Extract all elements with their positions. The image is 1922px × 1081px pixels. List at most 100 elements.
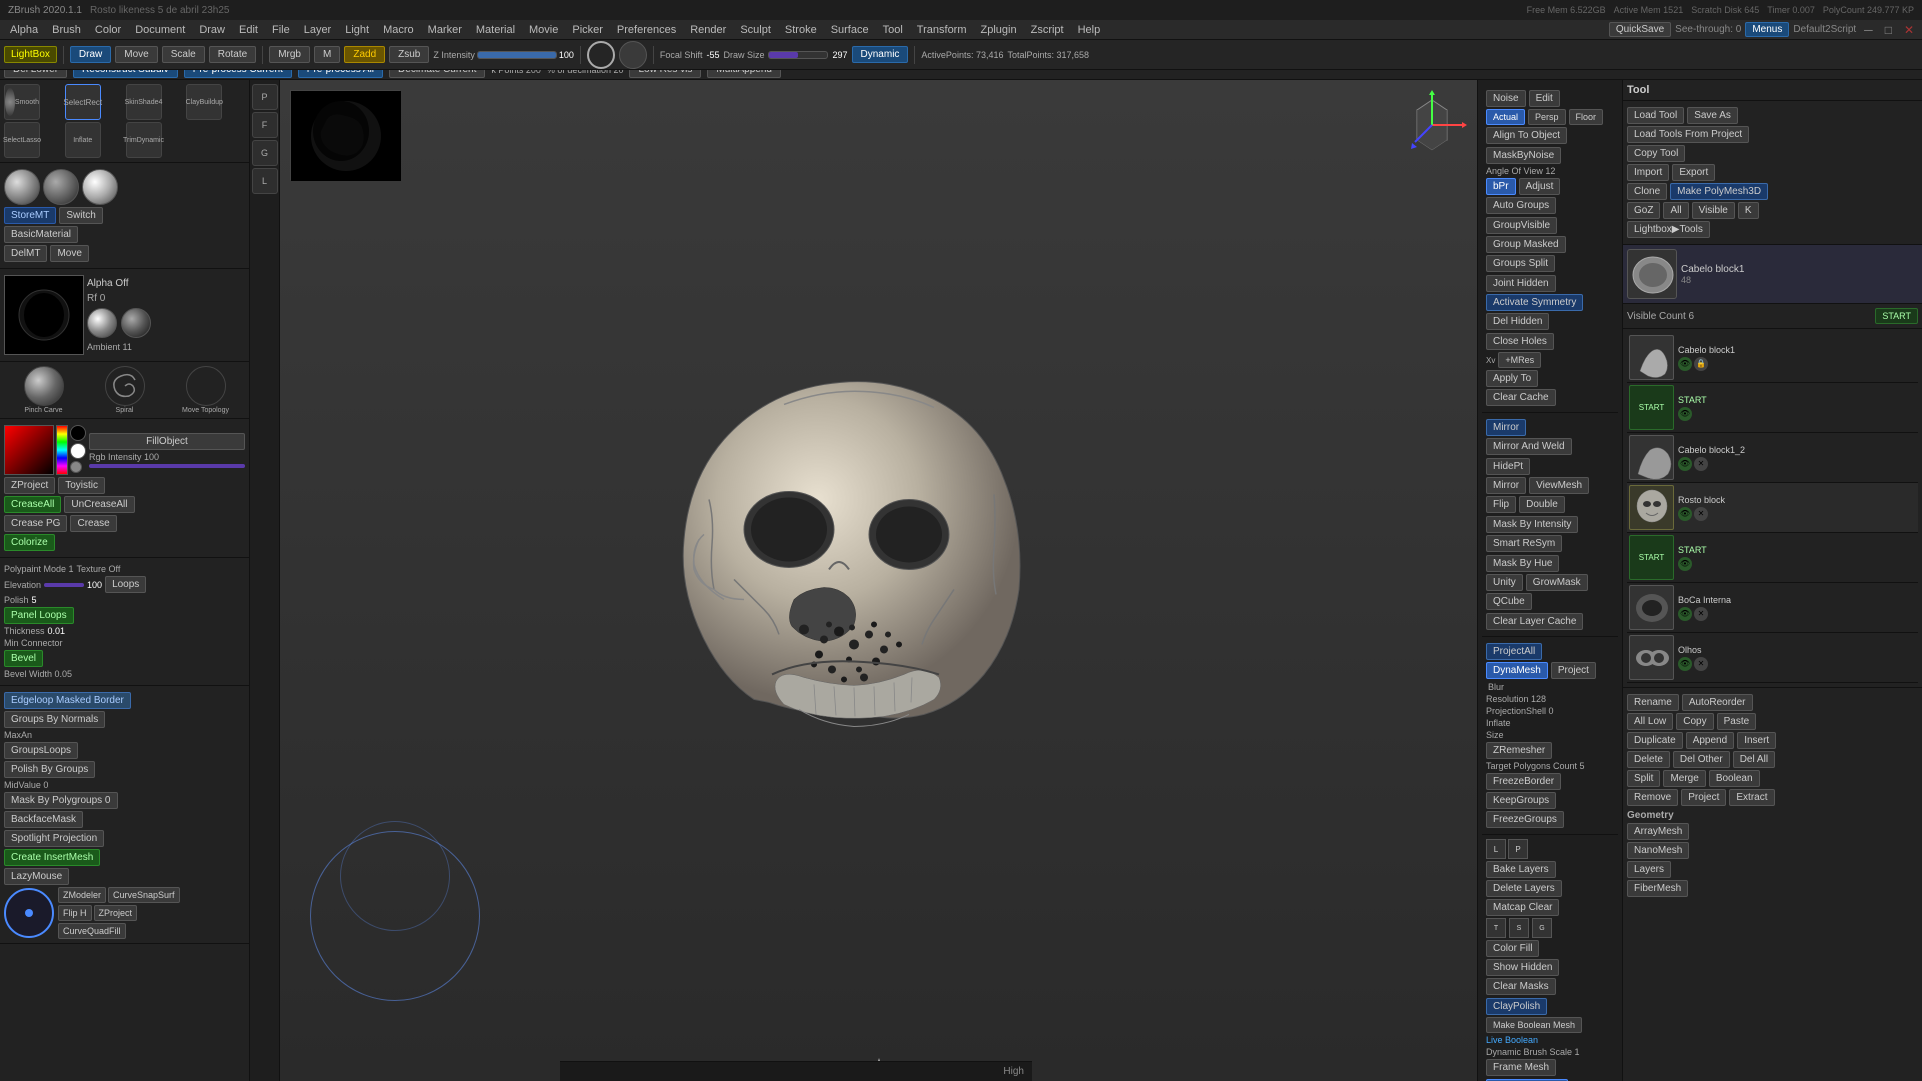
menu-document[interactable]: Document (129, 22, 191, 38)
backface-mask-button[interactable]: BackfaceMask (4, 811, 83, 828)
group-masked-button[interactable]: Group Masked (1486, 236, 1566, 253)
project-all-button[interactable]: ProjectAll (1486, 643, 1542, 660)
clear-masks-button[interactable]: Clear Masks (1486, 978, 1556, 995)
crease-pg-button[interactable]: Crease PG (4, 515, 67, 532)
rgb-slider[interactable] (89, 464, 245, 468)
hide-pt-button[interactable]: HidePt (1486, 458, 1530, 475)
panel-loops-button[interactable]: Panel Loops (4, 607, 74, 624)
lightbox-button[interactable]: LightBox (4, 46, 57, 63)
smart-resym-button[interactable]: Smart ReSym (1486, 535, 1562, 552)
basic-material-sphere[interactable] (4, 169, 40, 205)
menu-zscript[interactable]: Zscript (1025, 22, 1070, 38)
load-from-project-button[interactable]: Load Tools From Project (1627, 126, 1749, 143)
all-button[interactable]: All (1663, 202, 1688, 219)
layers-button[interactable]: Layers (1627, 861, 1671, 878)
brush-pinch-carve[interactable]: Pinch Carve (4, 366, 83, 414)
project2-button[interactable]: Project (1681, 789, 1726, 806)
brush-trim-dynamic[interactable]: TrimDynamic (126, 122, 162, 158)
all-low-button[interactable]: All Low (1627, 713, 1673, 730)
tool-eye-button7[interactable]: 👁 (1678, 657, 1692, 671)
copy-tool-button[interactable]: Copy Tool (1627, 145, 1685, 162)
mid-color[interactable] (70, 461, 82, 473)
menu-picker[interactable]: Picker (566, 22, 609, 38)
menu-preferences[interactable]: Preferences (611, 22, 682, 38)
mirror2-button[interactable]: Mirror (1486, 477, 1526, 494)
icon-grid[interactable]: G (252, 140, 278, 166)
split-button[interactable]: Split (1627, 770, 1660, 787)
adjust-button[interactable]: Adjust (1519, 178, 1561, 195)
mat-cap-sphere[interactable] (43, 169, 79, 205)
make-polymesh3d-button[interactable]: Make PolyMesh3D (1670, 183, 1768, 200)
solo-icon[interactable]: S (1509, 918, 1529, 938)
menu-material[interactable]: Material (470, 22, 521, 38)
draw-size-slider[interactable] (768, 51, 828, 59)
polish-by-groups-button[interactable]: Polish By Groups (4, 761, 95, 778)
save-as-button[interactable]: Save As (1687, 107, 1738, 124)
tool-item-olhos[interactable]: Olhos 👁 ✕ (1627, 633, 1918, 683)
switch-button[interactable]: Switch (59, 207, 102, 224)
move-button[interactable]: Move (115, 46, 157, 63)
make-boolean-mesh-button[interactable]: Make Boolean Mesh (1486, 1017, 1582, 1033)
elevation-slider[interactable] (44, 583, 84, 587)
menu-sculpt[interactable]: Sculpt (734, 22, 777, 38)
del-hidden-button[interactable]: Del Hidden (1486, 313, 1549, 330)
draw-button[interactable]: Draw (70, 46, 111, 63)
brush-inflate[interactable]: Inflate (65, 122, 101, 158)
menu-edit[interactable]: Edit (233, 22, 264, 38)
mirror-button[interactable]: Mirror (1486, 419, 1526, 436)
tool-item-start1[interactable]: START START 👁 (1627, 383, 1918, 433)
joint-hidden-button[interactable]: Joint Hidden (1486, 275, 1556, 292)
start-button[interactable]: START (1875, 308, 1918, 324)
dynamic-button[interactable]: Dynamic (852, 46, 909, 63)
array-mesh-button[interactable]: ArrayMesh (1627, 823, 1689, 840)
bpr-button[interactable]: bPr (1486, 178, 1516, 195)
foreground-color[interactable] (70, 425, 86, 441)
align-to-object-button[interactable]: Align To Object (1486, 127, 1567, 144)
curve-snap-surf-button[interactable]: CurveSnapSurf (108, 887, 180, 903)
tool-item-boca[interactable]: BoCa Interna 👁 ✕ (1627, 583, 1918, 633)
freeze-groups-button[interactable]: FreezeGroups (1486, 811, 1564, 828)
tool-eye-button5[interactable]: 👁 (1678, 557, 1692, 571)
color-gradient-square[interactable] (4, 425, 54, 475)
frame-mesh-button[interactable]: Frame Mesh (1486, 1059, 1556, 1076)
tool-lock-button[interactable]: 🔒 (1694, 357, 1708, 371)
bake-layers-button[interactable]: Bake Layers (1486, 861, 1556, 878)
lightbox-tools-button[interactable]: Lightbox▶Tools (1627, 221, 1710, 238)
lazy-mouse-button[interactable]: LazyMouse (4, 868, 69, 885)
crease-all-button[interactable]: CreaseAll (4, 496, 61, 513)
icon-local[interactable]: L (252, 168, 278, 194)
transp-icon[interactable]: T (1486, 918, 1506, 938)
zproject-button[interactable]: ZProject (4, 477, 55, 494)
tool-x-button3[interactable]: ✕ (1694, 607, 1708, 621)
mrgb-button[interactable]: Mrgb (269, 46, 310, 63)
clay-polish-button[interactable]: ClayPolish (1486, 998, 1547, 1015)
double-button[interactable]: Double (1519, 496, 1565, 513)
fill-object-button[interactable]: FillObject (89, 433, 245, 450)
m-button[interactable]: M (314, 46, 340, 63)
tool-item-cabelo2[interactable]: Cabelo block1_2 👁 ✕ (1627, 433, 1918, 483)
edit-button[interactable]: Edit (1529, 90, 1560, 107)
l-sym-icon[interactable]: L (1486, 839, 1506, 859)
color-hue-band[interactable] (56, 425, 68, 475)
create-insert-mesh-button[interactable]: Create InsertMesh (4, 849, 100, 866)
menus-button[interactable]: Menus (1745, 22, 1789, 37)
append-button[interactable]: Append (1686, 732, 1734, 749)
actual-btn[interactable]: Actual (1486, 109, 1525, 125)
del-mt-button[interactable]: DelMT (4, 245, 47, 262)
canvas-3d[interactable] (280, 80, 1477, 1081)
quick-save-button[interactable]: QuickSave (1609, 22, 1671, 37)
close-button[interactable]: ✕ (1900, 23, 1918, 37)
freeze-border-button[interactable]: FreezeBorder (1486, 773, 1561, 790)
groups-loops-button[interactable]: GroupsLoops (4, 742, 78, 759)
menu-surface[interactable]: Surface (825, 22, 875, 38)
maximize-button[interactable]: □ (1881, 23, 1896, 37)
menu-file[interactable]: File (266, 22, 296, 38)
minimize-button[interactable]: ─ (1860, 23, 1877, 37)
dynaMesh-button[interactable]: DynaMesh (1486, 662, 1548, 679)
tool-eye-button3[interactable]: 👁 (1678, 457, 1692, 471)
visible-button[interactable]: Visible (1692, 202, 1735, 219)
rotate-button[interactable]: Rotate (209, 46, 256, 63)
zremesher-button[interactable]: ZRemesher (1486, 742, 1552, 759)
remove-button[interactable]: Remove (1627, 789, 1678, 806)
menu-brush[interactable]: Brush (46, 22, 87, 38)
